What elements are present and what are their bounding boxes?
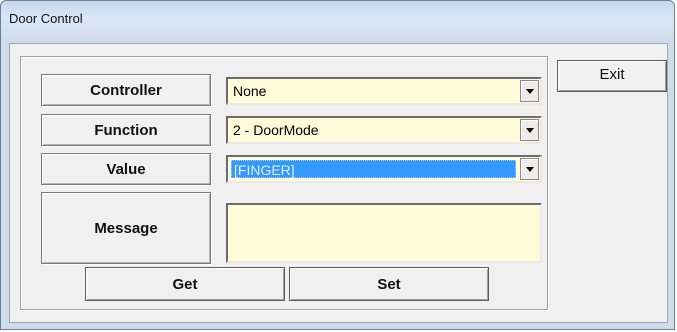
controller-value: None	[233, 83, 267, 99]
value-selected-text: [FINGER]	[231, 160, 516, 178]
controller-dropdown-button[interactable]	[520, 80, 539, 102]
message-label: Message	[41, 192, 211, 264]
dialog-client-area: Controller None Function 2 - DoorMode Va…	[9, 43, 668, 323]
value-combo[interactable]: [FINGER]	[226, 155, 542, 183]
message-field[interactable]	[226, 203, 542, 263]
function-combo[interactable]: 2 - DoorMode	[226, 116, 542, 144]
exit-button[interactable]: Exit	[557, 60, 667, 92]
set-button[interactable]: Set	[289, 267, 489, 301]
value-dropdown-button[interactable]	[520, 158, 539, 180]
chevron-down-icon	[525, 166, 534, 172]
value-label: Value	[41, 153, 211, 185]
chevron-down-icon	[525, 127, 534, 133]
get-button[interactable]: Get	[85, 267, 285, 301]
controller-label: Controller	[41, 74, 211, 106]
function-dropdown-button[interactable]	[520, 119, 539, 141]
controller-combo[interactable]: None	[226, 77, 542, 105]
window-title: Door Control	[9, 11, 83, 26]
chevron-down-icon	[525, 88, 534, 94]
function-label: Function	[41, 114, 211, 146]
door-control-window: Door Control Controller None Function 2 …	[0, 0, 675, 330]
function-value: 2 - DoorMode	[233, 122, 319, 138]
fields-group-box: Controller None Function 2 - DoorMode Va…	[20, 56, 548, 310]
